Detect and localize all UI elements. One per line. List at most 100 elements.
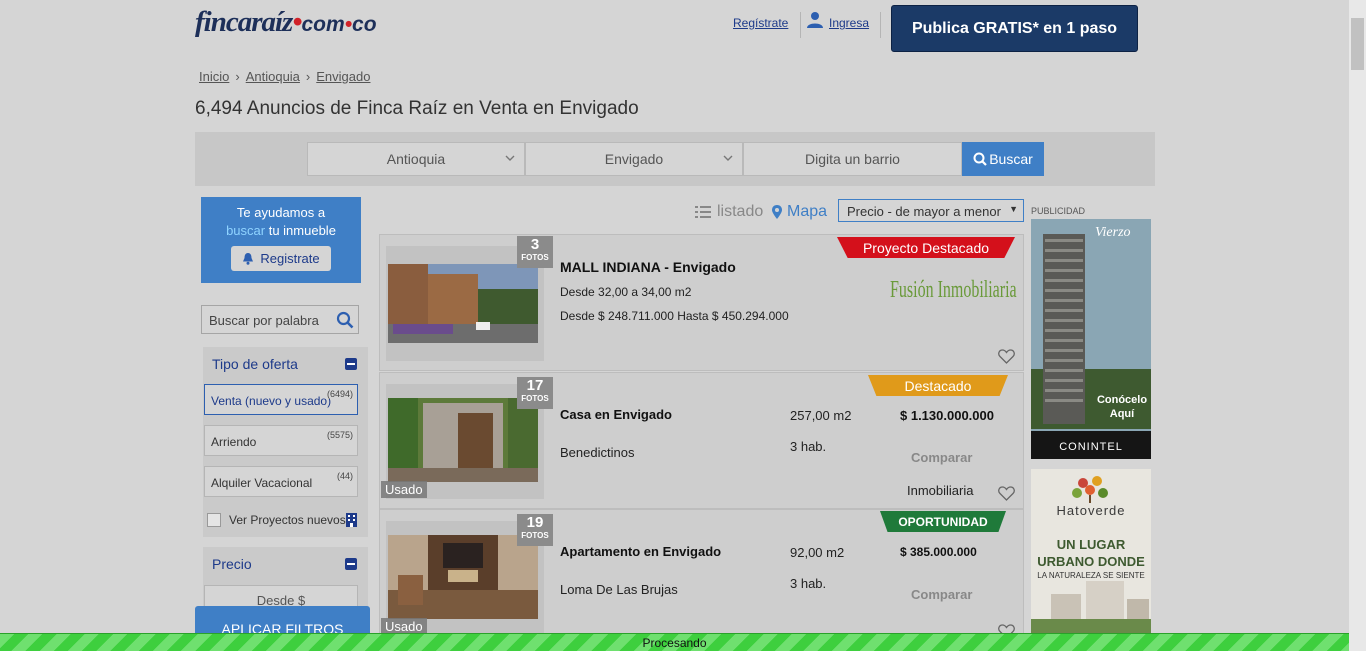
header-divider (880, 12, 881, 38)
ad-headline: UN LUGAR (1056, 537, 1126, 552)
price-title[interactable]: Precio (212, 556, 252, 572)
help-box: Te ayudamos a buscar tu inmueble Registr… (201, 197, 361, 283)
list-icon (695, 206, 711, 218)
listing-neighborhood: Benedictinos (560, 445, 635, 460)
ad-footer: CONINTEL (1059, 441, 1123, 453)
offer-type-title[interactable]: Tipo de oferta (212, 356, 298, 372)
offer-option-rent[interactable]: Arriendo (5575) (204, 425, 358, 456)
keyword-search-input[interactable]: Buscar por palabra (201, 305, 359, 334)
photo-count: 17 (526, 377, 544, 394)
breadcrumb-department[interactable]: Antioquia (246, 69, 300, 84)
listing-price: $ 385.000.000 (900, 545, 977, 559)
search-icon[interactable] (336, 311, 354, 329)
department-select[interactable]: Antioquia (307, 142, 525, 176)
offer-option-count: (5575) (326, 430, 353, 440)
photo-count-label: FOTOS (521, 253, 549, 262)
ads-label: PUBLICIDAD (1031, 206, 1086, 216)
register-link[interactable]: Regístrate (733, 16, 788, 30)
header-divider (800, 12, 801, 38)
offer-option-label: Venta (nuevo y usado) (211, 394, 332, 408)
listing-photo[interactable] (388, 398, 538, 482)
heart-icon[interactable] (998, 486, 1015, 501)
listing-area: 257,00 m2 (790, 408, 852, 423)
help-line-2: tu inmueble (268, 223, 336, 238)
listing-rooms: 3 hab. (790, 576, 827, 591)
photo-count-badge: 19 FOTOS (517, 514, 553, 546)
department-value: Antioquia (386, 151, 446, 167)
neighborhood-placeholder: Digita un barrio (805, 151, 900, 167)
sort-value: Precio - de mayor a menor (847, 204, 1001, 219)
ribbon-badge: Proyecto Destacado (837, 237, 1015, 258)
listing-area: 92,00 m2 (790, 545, 845, 560)
offer-option-label: Arriendo (211, 435, 257, 449)
photo-count: 3 (530, 236, 540, 253)
photo-count-badge: 3 FOTOS (517, 236, 553, 268)
offer-option-vacation[interactable]: Alquiler Vacacional (44) (204, 466, 358, 497)
login-link[interactable]: Ingresa (829, 16, 869, 30)
breadcrumb: Inicio › Antioquia › Envigado (199, 69, 371, 84)
keyword-placeholder: Buscar por palabra (209, 313, 319, 328)
page-title: 6,494 Anuncios de Finca Raíz en Venta en… (195, 98, 639, 119)
map-pin-icon (772, 205, 782, 219)
city-value: Envigado (604, 151, 664, 167)
bell-icon (243, 253, 254, 265)
photo-count: 19 (526, 514, 544, 531)
sort-select[interactable]: Precio - de mayor a menor ▼ (838, 199, 1024, 222)
agency-logo[interactable]: Fusión Inmobiliaria (890, 278, 1017, 305)
scrollbar-thumb[interactable] (1351, 18, 1364, 70)
listing-title[interactable]: Casa en Envigado (560, 407, 672, 422)
scrollbar[interactable] (1349, 0, 1366, 651)
map-view-toggle[interactable]: Mapa (772, 203, 827, 221)
logo-tld: co (352, 13, 377, 36)
site-logo[interactable]: fincaraíz•com•co (195, 6, 377, 39)
chevron-down-icon (723, 155, 733, 161)
breadcrumb-home[interactable]: Inicio (199, 69, 229, 84)
photo-count-label: FOTOS (521, 394, 549, 403)
listing-title[interactable]: MALL INDIANA - Envigado (560, 259, 736, 275)
offer-option-sale[interactable]: Venta (nuevo y usado) (6494) (204, 384, 358, 415)
ad-brand: Vierzo (1095, 225, 1131, 240)
collapse-icon[interactable] (345, 558, 357, 570)
projects-checkbox-label[interactable]: Ver Proyectos nuevos (229, 513, 346, 527)
offer-option-count: (44) (336, 471, 353, 481)
city-select[interactable]: Envigado (525, 142, 743, 176)
offer-option-label: Alquiler Vacacional (211, 476, 313, 490)
building-icon (346, 513, 357, 527)
processing-bar: Procesando (0, 633, 1349, 651)
listing-photo[interactable] (388, 264, 538, 343)
ad-banner-hatoverde[interactable]: Hatoverde UN LUGAR URBANO DONDE LA NATUR… (1031, 469, 1151, 639)
list-view-label: listado (717, 203, 764, 220)
photo-count-badge: 17 FOTOS (517, 377, 553, 409)
search-button-label: Buscar (989, 151, 1033, 167)
listing-price: $ 1.130.000.000 (900, 408, 994, 423)
publish-button[interactable]: Publica GRATIS* en 1 paso (891, 5, 1138, 52)
listing-neighborhood: Loma De Las Brujas (560, 582, 678, 597)
compare-button[interactable]: Comparar (911, 587, 972, 602)
breadcrumb-city[interactable]: Envigado (316, 69, 370, 84)
chevron-down-icon (505, 155, 515, 161)
ad-brand: Hatoverde (1056, 503, 1126, 518)
listing-title[interactable]: Apartamento en Envigado (560, 544, 721, 559)
ad-headline: URBANO DONDE (1037, 554, 1145, 569)
help-line-1: Te ayudamos a (236, 205, 326, 220)
offer-option-count: (6494) (326, 389, 353, 399)
map-view-label: Mapa (787, 203, 828, 220)
ad-banner-vierzo[interactable]: Vierzo Conócelo Aquí CONINTEL (1031, 219, 1151, 459)
listing-photo[interactable] (388, 535, 538, 619)
search-button[interactable]: Buscar (962, 142, 1044, 176)
ribbon-badge: Destacado (868, 375, 1008, 396)
compare-button[interactable]: Comparar (911, 450, 972, 465)
help-button-label: Registrate (260, 250, 320, 266)
list-view-toggle[interactable]: listado (695, 203, 763, 221)
projects-checkbox[interactable] (207, 513, 221, 527)
photo-count-label: FOTOS (521, 531, 549, 540)
help-register-button[interactable]: Registrate (231, 246, 331, 271)
listing-area: Desde 32,00 a 34,00 m2 (560, 285, 692, 299)
ribbon-badge: OPORTUNIDAD (880, 511, 1006, 532)
heart-icon[interactable] (998, 349, 1015, 364)
used-tag: Usado (381, 481, 427, 498)
search-icon (973, 152, 987, 166)
dropdown-arrow-icon: ▼ (1009, 204, 1018, 214)
collapse-icon[interactable] (345, 358, 357, 370)
neighborhood-input[interactable]: Digita un barrio (743, 142, 962, 176)
